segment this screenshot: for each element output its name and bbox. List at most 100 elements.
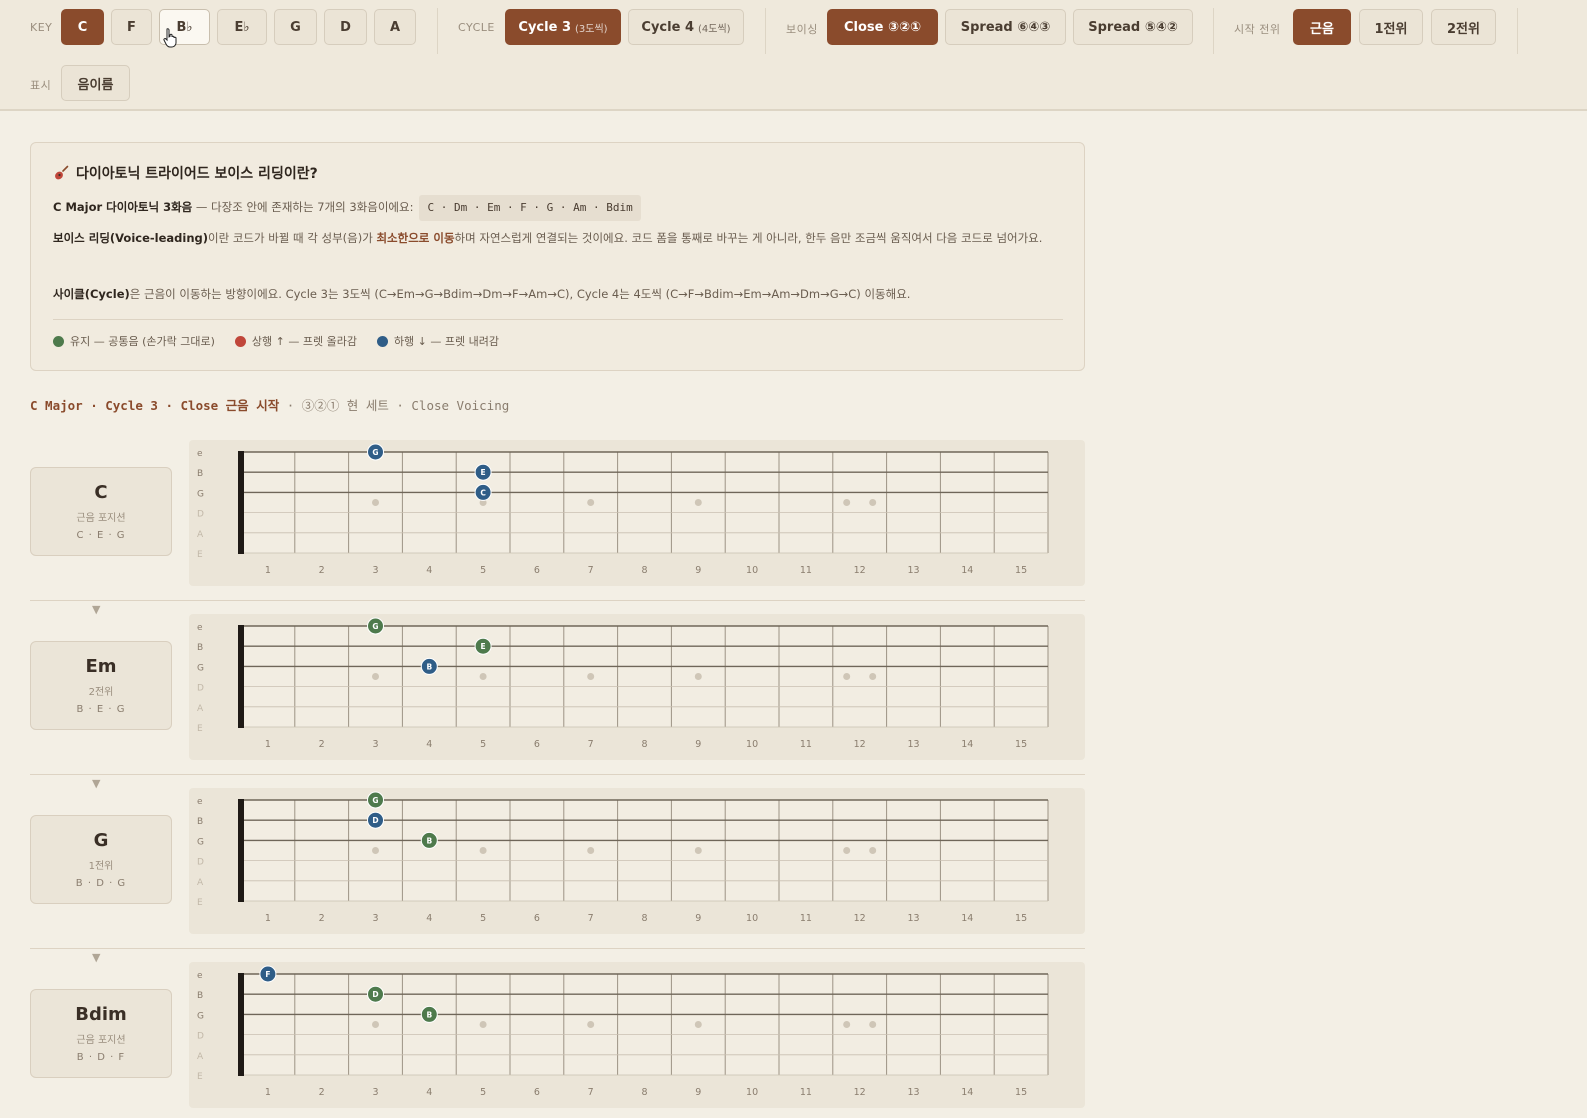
note-dot-label: G — [372, 622, 378, 631]
fret-number: 15 — [1015, 1087, 1027, 1098]
info-line-voice-leading-text-b: 하며 자연스럽게 연결되는 것이에요. 코드 폼을 통째로 바꾸는 게 아니라,… — [454, 231, 1043, 245]
info-line-voice-leading-highlight: 최소한으로 이동 — [376, 231, 455, 245]
note-dot: F — [259, 965, 277, 983]
key-button-a[interactable]: A — [374, 9, 416, 45]
note-dot: E — [474, 463, 492, 481]
cycle-4-button[interactable]: Cycle 4 (4도씩) — [628, 9, 744, 45]
nut — [238, 973, 244, 1076]
button-label: D — [340, 19, 351, 35]
button-label: A — [389, 19, 401, 35]
voicing-label: 보이싱 — [786, 23, 818, 36]
string-label-B: B — [197, 643, 203, 653]
legend-down-dot — [376, 335, 388, 347]
string-label-A: A — [197, 1052, 204, 1062]
chord-name: G — [93, 830, 109, 851]
note-dot: B — [420, 831, 438, 849]
fret-number: 13 — [907, 1087, 919, 1098]
toolbar-divider — [1517, 8, 1518, 54]
button-label: Spread ⑤④② — [1088, 19, 1178, 35]
start-root-button[interactable]: 근음 — [1293, 9, 1351, 45]
inlay-dot — [372, 499, 379, 506]
fretboard-bdim: e B G D A E 1 2 3 4 5 6 7 8 9 10 11 12 13 14 15 F D B — [189, 962, 1085, 1108]
note-dot-label: E — [481, 642, 486, 651]
fret-number: 13 — [907, 913, 919, 924]
key-button-f[interactable]: F — [111, 9, 152, 45]
inlay-dot — [372, 847, 379, 854]
inlay-dot — [372, 1021, 379, 1028]
voicing-spread-542-button[interactable]: Spread ⑤④② — [1073, 9, 1193, 45]
fret-number: 12 — [854, 565, 866, 576]
fret-number: 9 — [695, 565, 701, 576]
cycle-label: CYCLE — [458, 21, 495, 34]
key-button-d[interactable]: D — [324, 9, 367, 45]
fret-number: 4 — [426, 739, 432, 750]
fret-number: 2 — [319, 1087, 325, 1098]
chord-card-em: Em 2전위 B · E · G — [30, 641, 172, 730]
start-second-inversion-button[interactable]: 2전위 — [1431, 9, 1496, 45]
voicing-close-button[interactable]: Close ③②① — [827, 9, 938, 45]
chord-name: C — [94, 482, 108, 503]
button-label: Cycle 3 — [518, 19, 571, 35]
button-label: Spread ⑥④③ — [960, 19, 1051, 35]
inlay-dot — [479, 673, 487, 680]
key-button-eb[interactable]: E♭ — [217, 9, 267, 45]
info-line-voice-leading: 보이스 리딩(Voice-leading)이란 코드가 바뀔 때 각 성부(음)… — [53, 226, 1063, 250]
note-dot-label: B — [426, 836, 432, 845]
fret-number: 8 — [641, 1087, 647, 1098]
toolbar-divider — [1213, 8, 1214, 54]
info-line-triads: C Major 다이아토닉 3화음 — 다장조 안에 존재하는 7개의 3화음이… — [53, 195, 1063, 221]
start-first-inversion-button[interactable]: 1전위 — [1359, 9, 1423, 45]
note-dot: E — [474, 637, 492, 655]
fret-number: 9 — [695, 1087, 701, 1098]
note-dot-label: G — [372, 448, 378, 457]
legend-up: 상행 ↑ — 프렛 올라감 — [234, 333, 357, 349]
chord-name: Bdim — [75, 1004, 127, 1025]
chord-position: 1전위 — [88, 861, 114, 872]
inlay-dot — [843, 673, 851, 680]
fret-number: 11 — [800, 1087, 812, 1098]
display-note-names-button[interactable]: 음이름 — [61, 65, 130, 101]
string-label-E: E — [197, 898, 203, 908]
string-label-E: E — [197, 724, 203, 734]
legend-up-label: 상행 ↑ — 프렛 올라감 — [251, 335, 357, 348]
fret-number: 8 — [641, 739, 647, 750]
legend-down-label: 하행 ↓ — 프렛 내려감 — [393, 335, 499, 348]
info-line-voice-leading-text-a: 이란 코드가 바뀔 때 각 성부(음)가 — [208, 231, 377, 245]
fret-number: 11 — [800, 739, 812, 750]
fret-number: 10 — [746, 1087, 758, 1098]
fretboard-svg: eBGDAE1 2 3 4 5 6 7 8 9 10 11 12 13 14 15GEB — [197, 617, 1049, 750]
chord-position: 근음 포지션 — [76, 1035, 126, 1046]
legend-keep-label: 유지 — 공통음 (손가락 그대로) — [70, 335, 215, 348]
note-dot: B — [420, 657, 438, 675]
fret-number: 1 — [265, 1087, 271, 1098]
row-separator — [30, 774, 1085, 775]
note-dot: D — [367, 985, 384, 1003]
note-dot-label: B — [426, 1010, 432, 1019]
key-button-g[interactable]: G — [274, 9, 317, 45]
diatonic-chords-chip: C · Dm · Em · F · G · Am · Bdim — [419, 195, 641, 221]
fret-number: 14 — [961, 913, 973, 924]
fret-number: 3 — [372, 913, 378, 924]
legend: 유지 — 공통음 (손가락 그대로) 상행 ↑ — 프렛 올라감 하행 ↓ — … — [53, 333, 499, 349]
fret-number: 14 — [961, 739, 973, 750]
voicing-spread-643-button[interactable]: Spread ⑥④③ — [945, 9, 1066, 45]
inlay-dot — [587, 847, 595, 854]
inlay-dot — [869, 499, 877, 506]
info-line-triads-text: — 다장조 안에 존재하는 7개의 3화음이에요: — [192, 200, 414, 214]
inlay-dot — [843, 1021, 851, 1028]
fret-number: 11 — [800, 565, 812, 576]
legend-up-dot — [234, 335, 246, 347]
button-label: 2전위 — [1447, 21, 1480, 37]
note-dot: G — [367, 791, 384, 809]
key-button-c[interactable]: C — [61, 9, 104, 45]
legend-down: 하행 ↓ — 프렛 내려감 — [376, 333, 499, 349]
fret-number: 4 — [426, 913, 432, 924]
chord-name: Em — [85, 656, 117, 677]
toolbar: KEY C F B♭ E♭ G D A CYCLE Cycle 3 (3도씩) C… — [0, 0, 1587, 111]
cycle-3-button[interactable]: Cycle 3 (3도씩) — [505, 9, 621, 45]
progression-subtitle-rest: · ③②① 현 세트 · Close Voicing — [279, 398, 510, 413]
chord-notes: C · E · G — [76, 530, 126, 541]
fretboard-svg: eBGDAE1 2 3 4 5 6 7 8 9 10 11 12 13 14 15GDB — [197, 791, 1049, 924]
fret-number: 7 — [588, 739, 594, 750]
button-label: 1전위 — [1374, 21, 1408, 37]
